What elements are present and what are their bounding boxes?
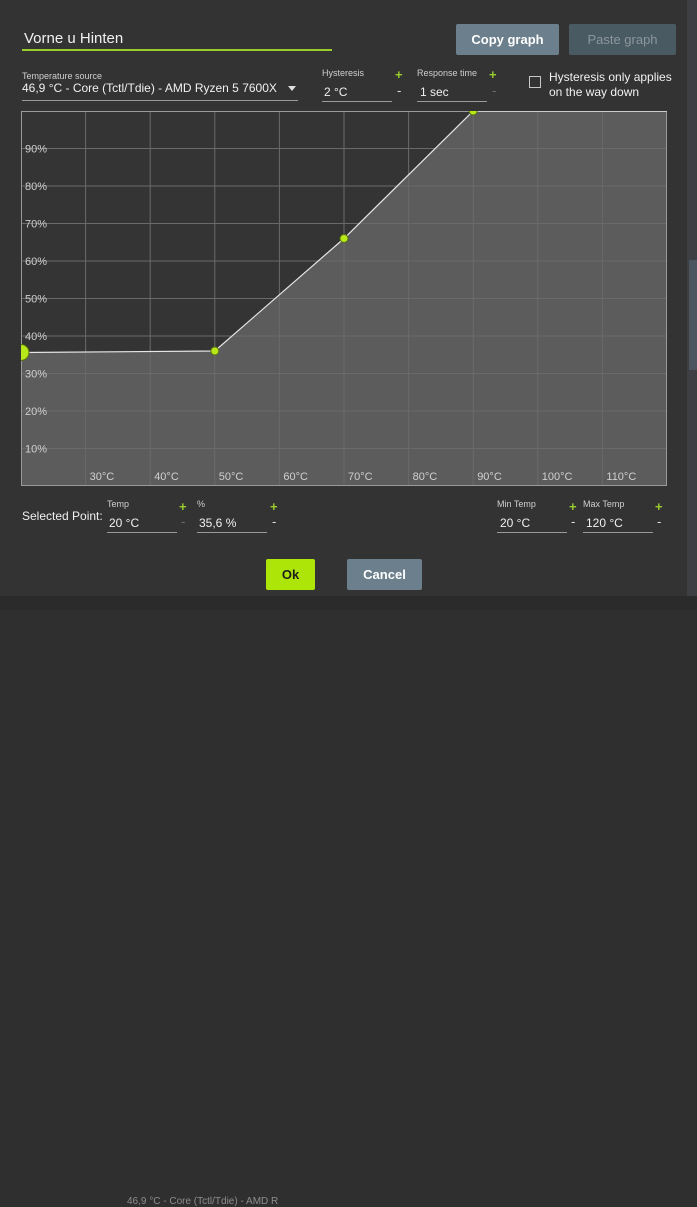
x-tick-label: 30°C bbox=[90, 471, 115, 483]
y-tick-label: 60% bbox=[25, 256, 47, 268]
x-tick-label: 50°C bbox=[219, 471, 244, 483]
max-temp-increase-icon[interactable]: + bbox=[655, 500, 663, 513]
max-temp-label: Max Temp bbox=[583, 499, 625, 509]
response-time-field[interactable]: 1 sec bbox=[420, 85, 449, 99]
selected-percent-underline bbox=[197, 532, 267, 533]
selected-percent-increase-icon[interactable]: + bbox=[270, 500, 278, 513]
hysteresis-down-checkbox[interactable] bbox=[529, 76, 541, 88]
copy-graph-button[interactable]: Copy graph bbox=[456, 24, 559, 55]
min-temp-field[interactable]: 20 °C bbox=[500, 516, 530, 530]
max-temp-decrease-icon[interactable]: - bbox=[657, 515, 661, 528]
hysteresis-field[interactable]: 2 °C bbox=[324, 85, 347, 99]
max-temp-underline bbox=[583, 532, 653, 533]
temperature-source-value: 46,9 °C - Core (Tctl/Tdie) - AMD Ryzen 5… bbox=[22, 81, 277, 95]
y-tick-label: 20% bbox=[25, 406, 47, 418]
y-tick-label: 30% bbox=[25, 369, 47, 381]
min-temp-underline bbox=[497, 532, 567, 533]
background-window-bottom: 46,9 °C - Core (Tctl/Tdie) - AMD R bbox=[0, 596, 697, 1207]
x-tick-label: 40°C bbox=[154, 471, 179, 483]
y-tick-label: 40% bbox=[25, 331, 47, 343]
y-tick-label: 80% bbox=[25, 181, 47, 193]
hysteresis-increase-icon[interactable]: + bbox=[395, 68, 403, 81]
hysteresis-label: Hysteresis bbox=[322, 68, 365, 78]
hysteresis-decrease-icon[interactable]: - bbox=[397, 84, 401, 97]
y-tick-label: 50% bbox=[25, 294, 47, 306]
selected-temp-decrease-icon[interactable]: - bbox=[181, 515, 185, 528]
x-tick-label: 90°C bbox=[477, 471, 502, 483]
x-tick-label: 110°C bbox=[606, 471, 636, 483]
selected-temp-underline bbox=[107, 532, 177, 533]
fan-curve-dialog: Copy graph Paste graph Temperature sourc… bbox=[0, 0, 687, 596]
min-temp-label: Min Temp bbox=[497, 499, 536, 509]
x-tick-label: 60°C bbox=[283, 471, 308, 483]
background-panel bbox=[689, 260, 697, 370]
hysteresis-underline bbox=[322, 101, 392, 102]
x-tick-label: 70°C bbox=[348, 471, 373, 483]
response-time-underline bbox=[417, 101, 487, 102]
min-temp-decrease-icon[interactable]: - bbox=[571, 515, 575, 528]
hysteresis-down-label-line2: on the way down bbox=[549, 85, 640, 99]
ok-button[interactable]: Ok bbox=[266, 559, 315, 590]
selected-temp-increase-icon[interactable]: + bbox=[179, 500, 187, 513]
background-text: 46,9 °C - Core (Tctl/Tdie) - AMD R bbox=[127, 1196, 279, 1207]
dropdown-arrow-icon bbox=[288, 86, 296, 91]
x-tick-label: 80°C bbox=[413, 471, 438, 483]
max-temp-field[interactable]: 120 °C bbox=[586, 516, 623, 530]
background-window-edge bbox=[687, 0, 697, 610]
selected-percent-field[interactable]: 35,6 % bbox=[199, 516, 236, 530]
x-tick-label: 100°C bbox=[542, 471, 573, 483]
temperature-source-select[interactable]: 46,9 °C - Core (Tctl/Tdie) - AMD Ryzen 5… bbox=[22, 80, 298, 100]
y-tick-label: 10% bbox=[25, 444, 47, 456]
paste-graph-button[interactable]: Paste graph bbox=[569, 24, 676, 55]
curve-point[interactable] bbox=[468, 111, 478, 116]
selected-temp-field[interactable]: 20 °C bbox=[109, 516, 139, 530]
curve-point[interactable] bbox=[210, 346, 220, 356]
hysteresis-down-label-line1: Hysteresis only applies bbox=[549, 70, 672, 84]
selected-percent-decrease-icon[interactable]: - bbox=[272, 515, 276, 528]
curve-point[interactable] bbox=[339, 234, 349, 243]
response-time-increase-icon[interactable]: + bbox=[489, 68, 497, 81]
fan-curve-graph[interactable]: 30°C 40°C 50°C 60°C 70°C 80°C 90°C 100°C 110°C 10… bbox=[21, 111, 667, 486]
selected-temp-label: Temp bbox=[107, 499, 130, 509]
y-tick-label: 90% bbox=[25, 144, 47, 156]
curve-name-input[interactable] bbox=[22, 27, 332, 51]
hysteresis-down-label: Hysteresis only applies on the way down bbox=[549, 70, 681, 100]
response-time-label: Response time bbox=[417, 68, 478, 78]
response-time-decrease-icon[interactable]: - bbox=[492, 84, 496, 97]
min-temp-increase-icon[interactable]: + bbox=[569, 500, 577, 513]
cancel-button[interactable]: Cancel bbox=[347, 559, 422, 590]
selected-percent-label: % bbox=[197, 499, 206, 509]
temperature-source-underline bbox=[22, 100, 298, 101]
selected-point-label: Selected Point: bbox=[22, 509, 103, 523]
y-tick-label: 70% bbox=[25, 219, 47, 231]
